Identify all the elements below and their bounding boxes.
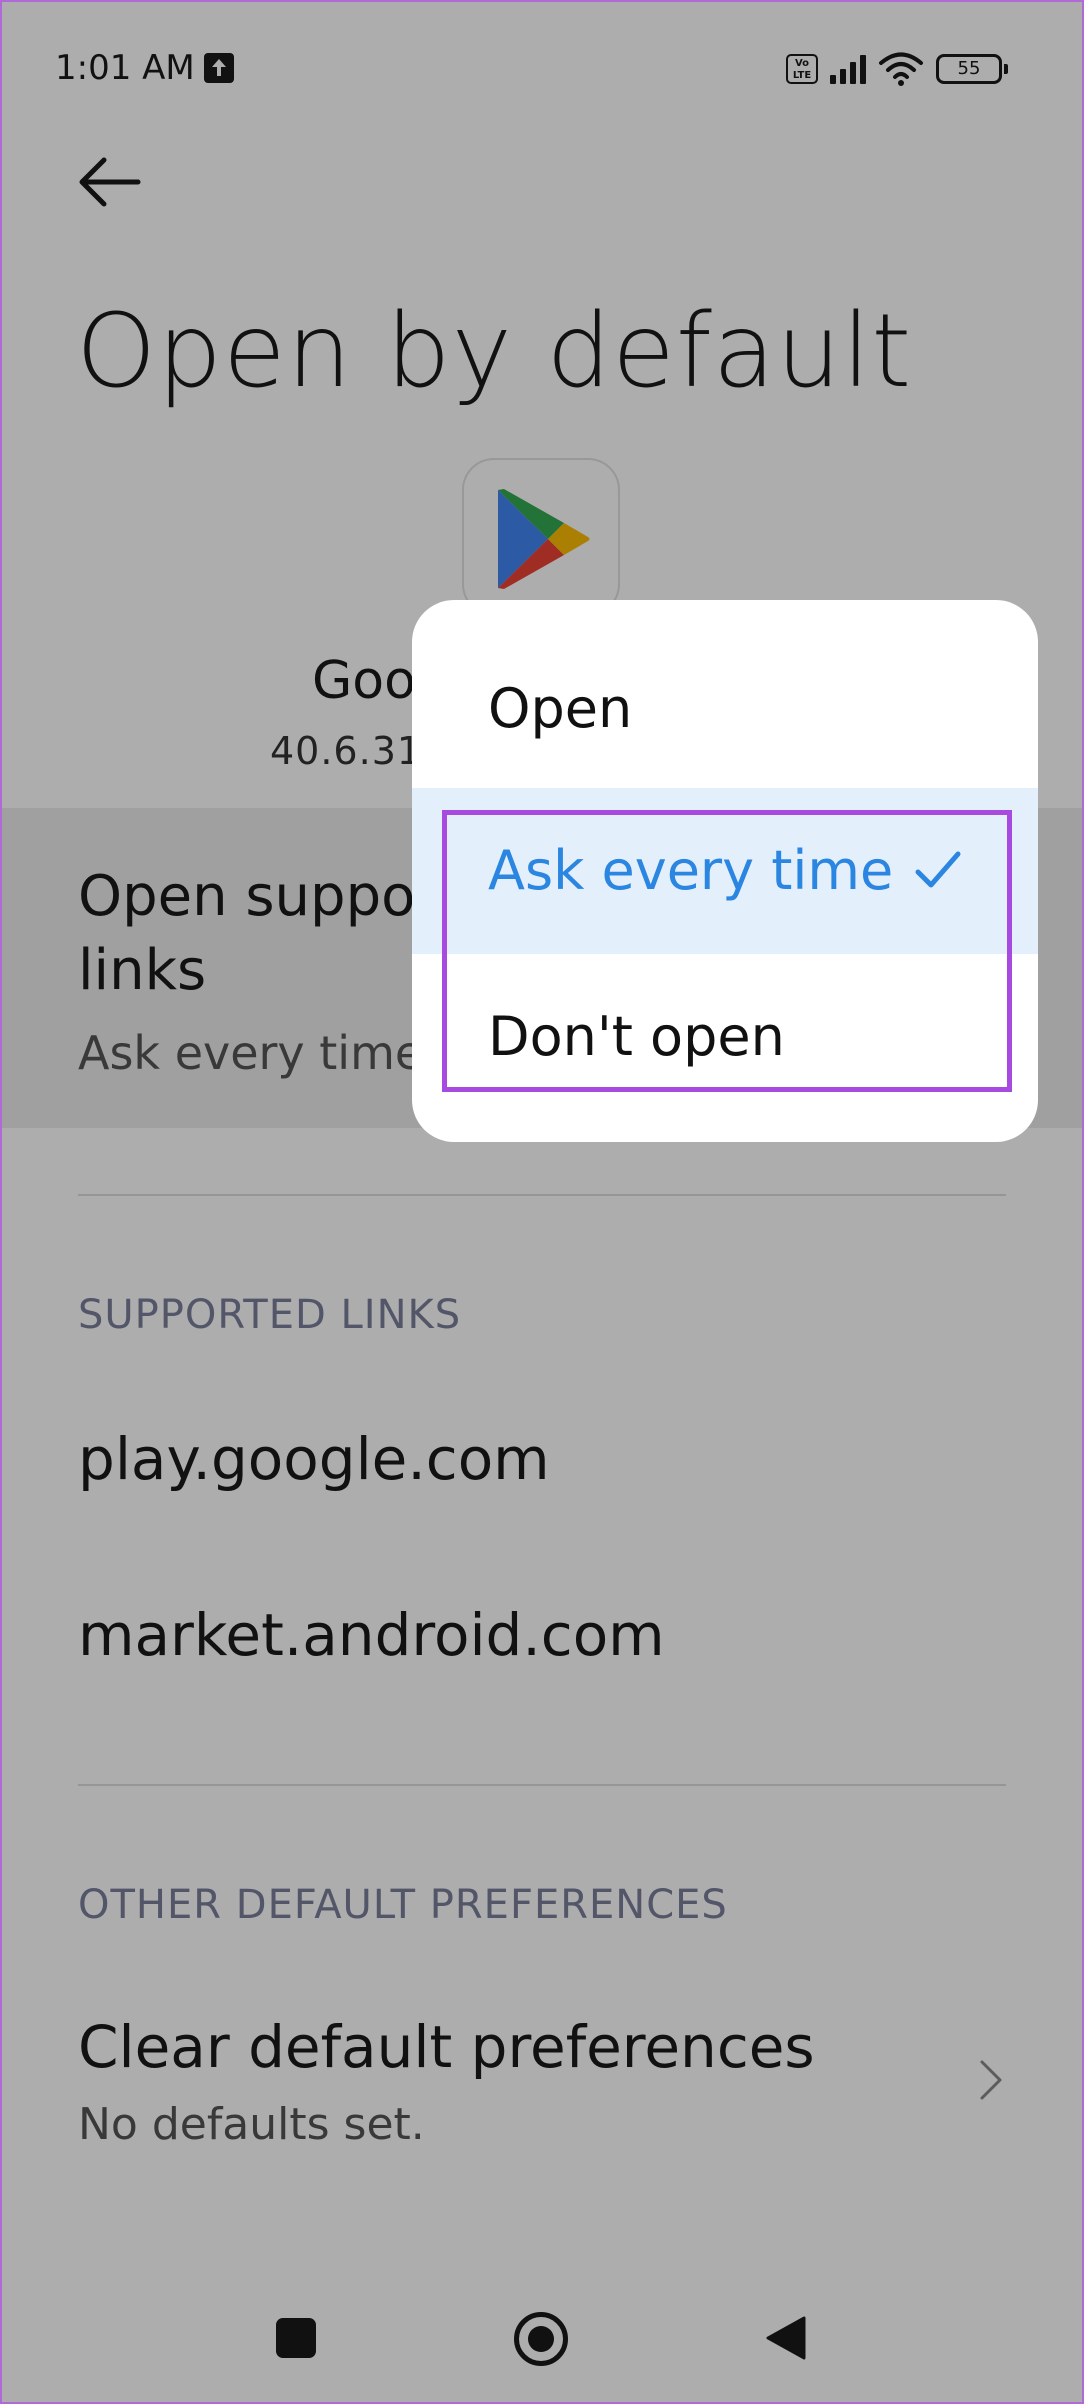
dialog-scrim[interactable] xyxy=(0,0,1084,2404)
menu-item-label: Open xyxy=(488,677,633,740)
menu-item-open[interactable]: Open xyxy=(412,626,1038,792)
highlight-annotation-box xyxy=(442,810,1012,1092)
